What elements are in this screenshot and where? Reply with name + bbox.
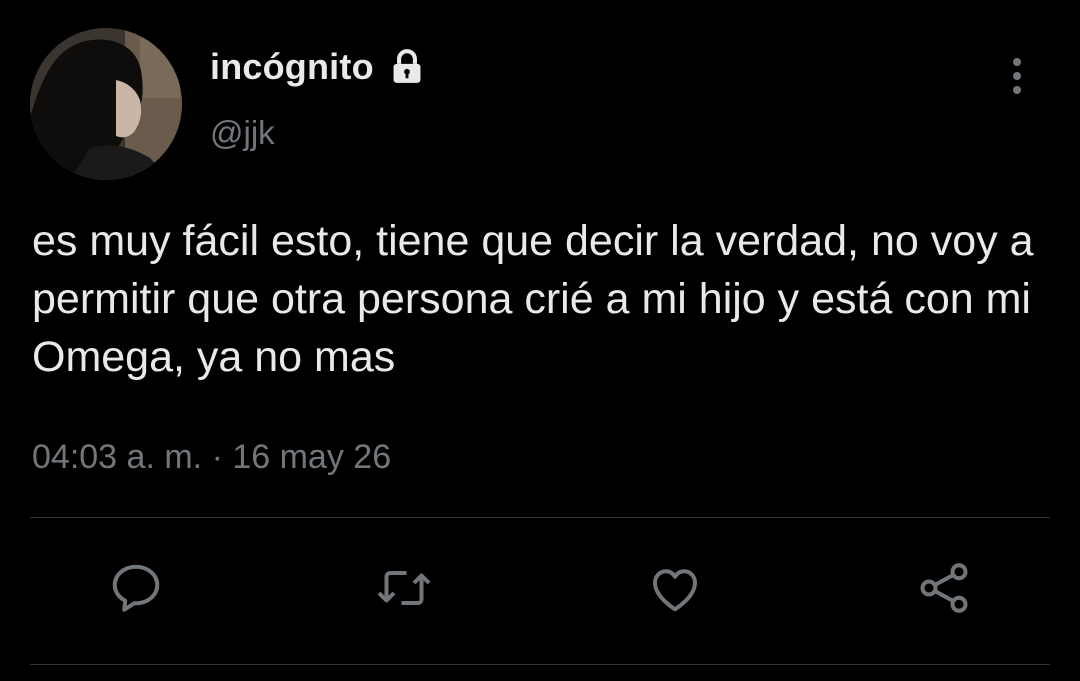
like-button[interactable] [643, 556, 707, 620]
display-name-label: incógnito [210, 46, 374, 87]
bottom-divider [30, 664, 1050, 665]
retweet-button[interactable] [372, 556, 436, 620]
more-options-button[interactable] [1000, 52, 1034, 100]
tweet-timestamp[interactable]: 04:03 a. m. · 16 may 26 [32, 438, 391, 477]
tweet: incógnito @jjk es muy fácil esto, tiene … [0, 0, 1080, 681]
divider [30, 517, 1050, 518]
tweet-text: es muy fácil esto, tiene que decir la ve… [32, 217, 1034, 381]
display-name[interactable]: incógnito [210, 46, 426, 88]
handle[interactable]: @jjk [210, 114, 275, 152]
share-icon [920, 563, 968, 613]
meta-separator: · [211, 438, 223, 476]
lock-icon [388, 48, 426, 86]
retweet-icon [377, 571, 431, 605]
tweet-time: 04:03 a. m. [32, 438, 203, 476]
tweet-date: 16 may 26 [232, 438, 392, 476]
more-vertical-icon [1013, 58, 1021, 94]
reply-icon [112, 564, 160, 612]
share-button[interactable] [912, 556, 976, 620]
reply-button[interactable] [104, 556, 168, 620]
like-icon [653, 569, 697, 612]
avatar-photo [30, 28, 182, 180]
action-bar [0, 556, 1080, 620]
avatar[interactable] [30, 28, 182, 180]
